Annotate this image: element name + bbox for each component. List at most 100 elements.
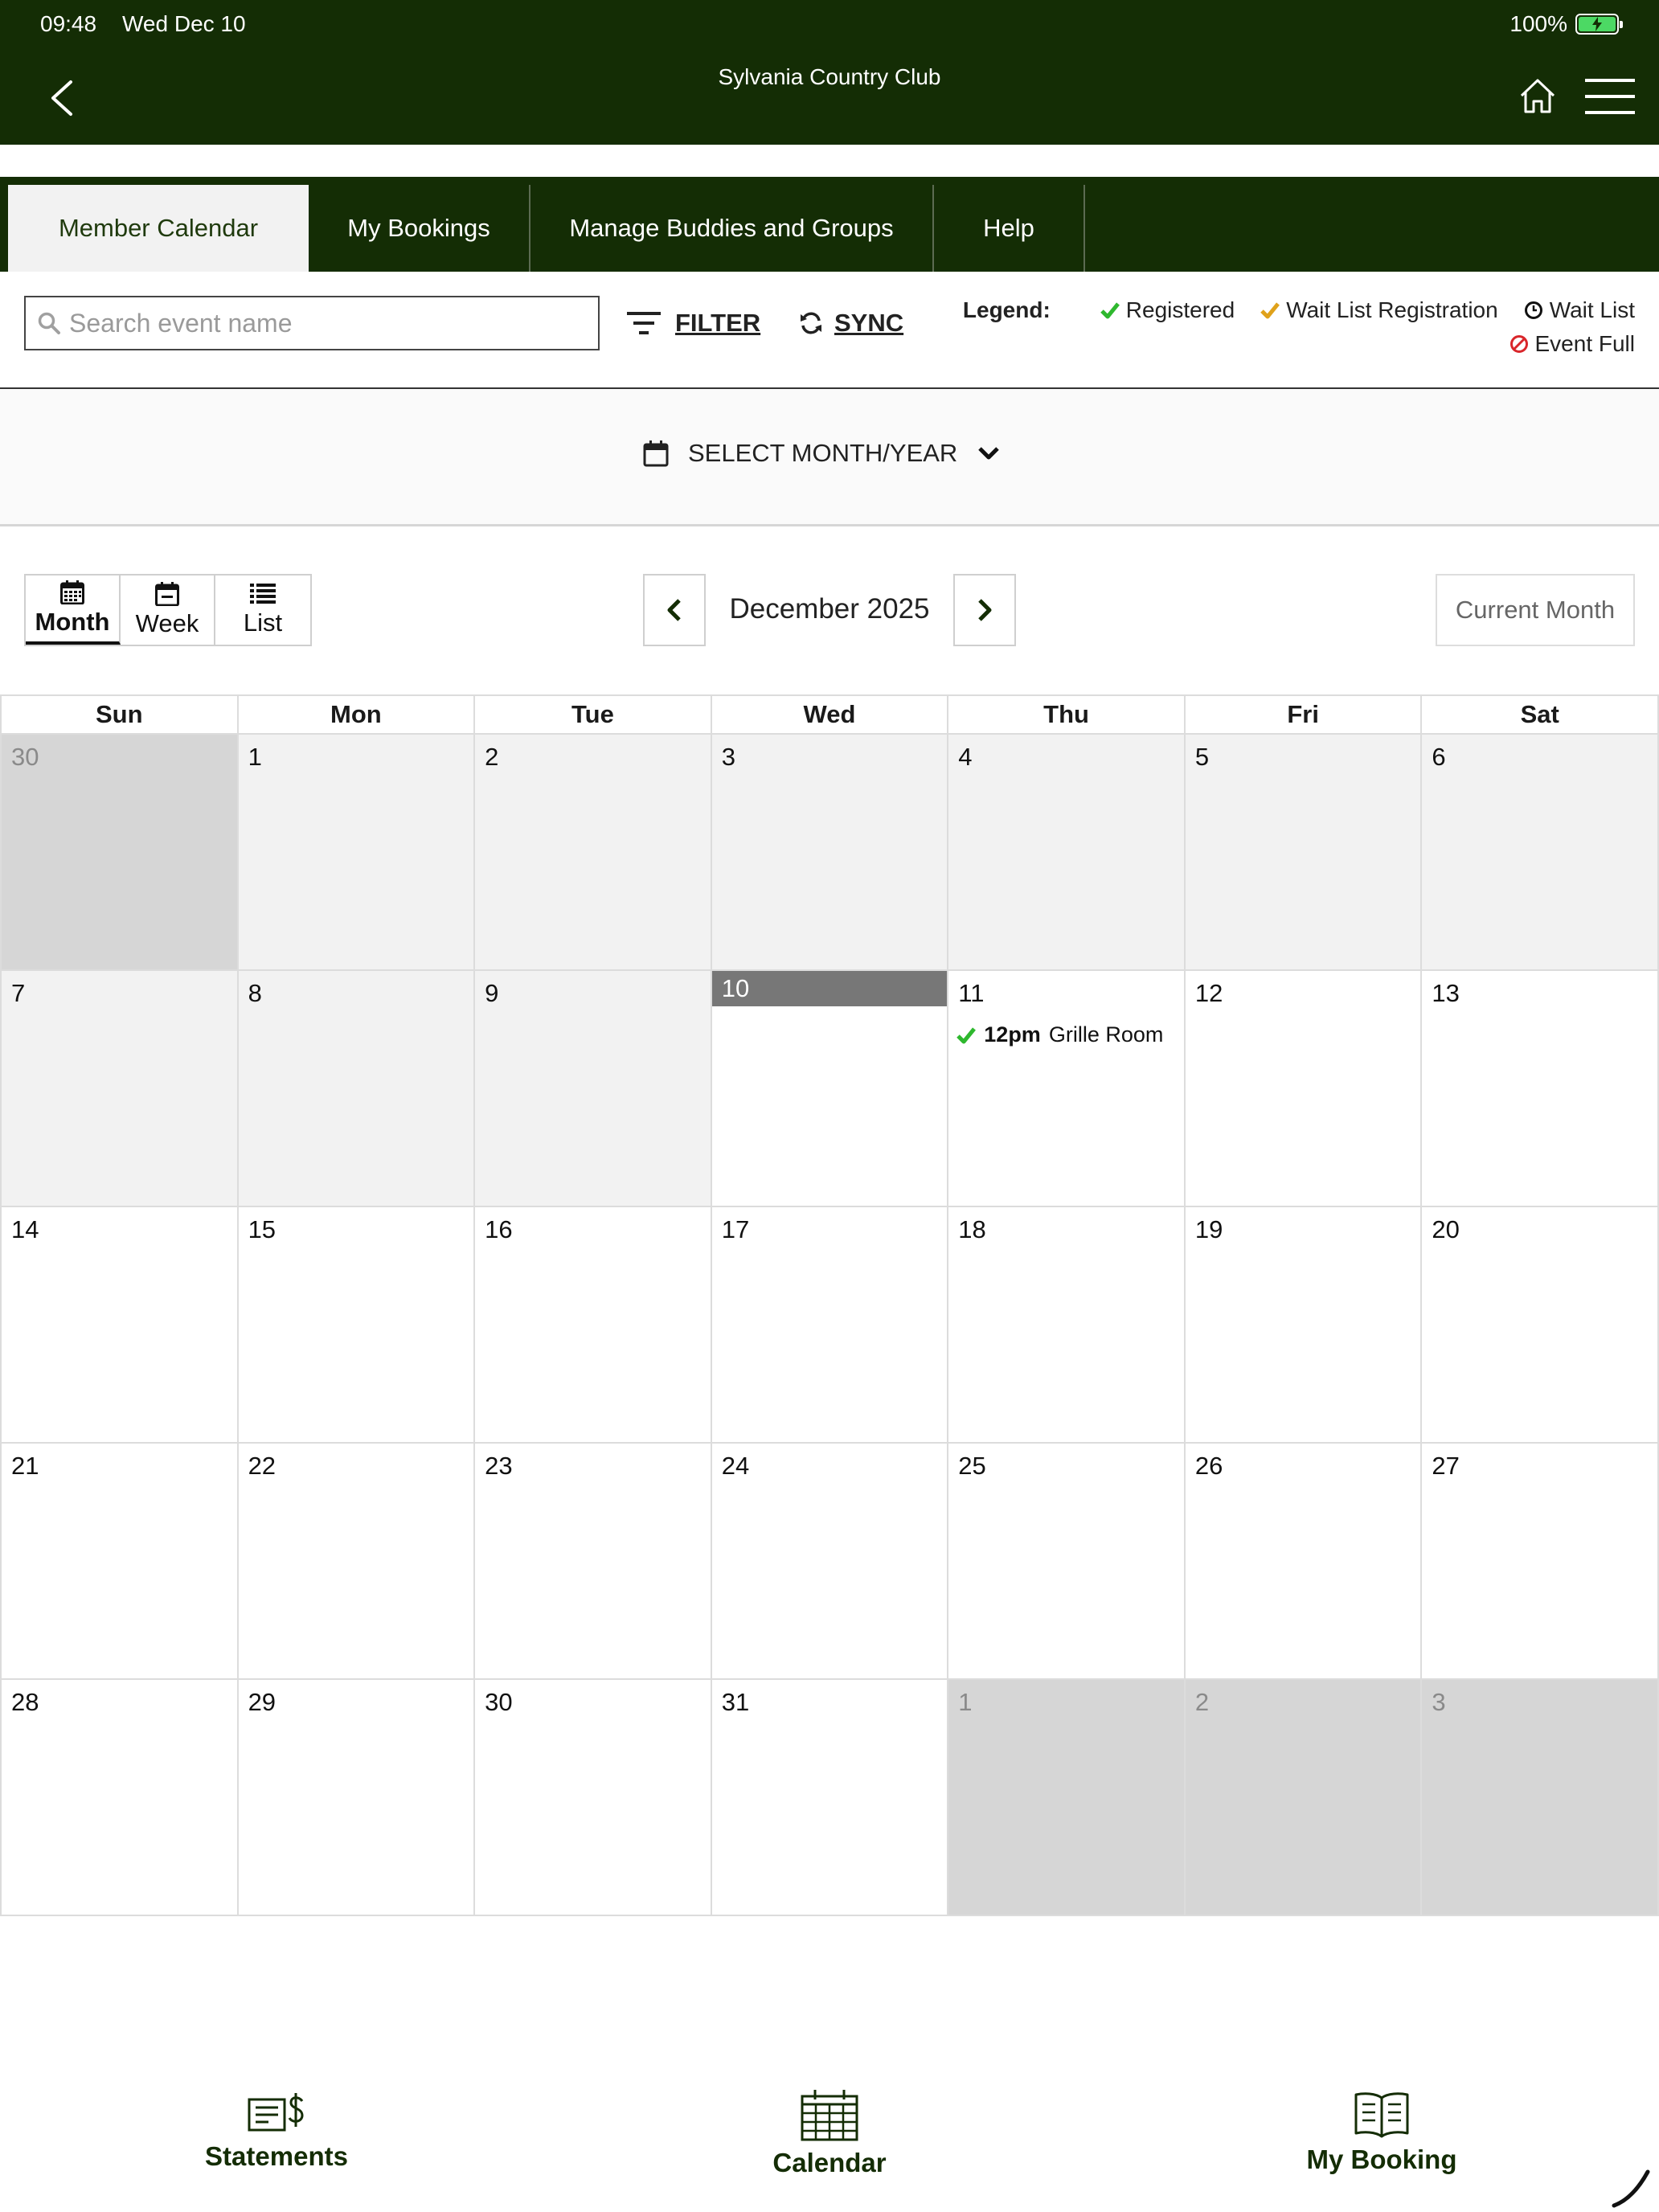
day-number: 5	[1194, 743, 1210, 771]
day-cell-thu[interactable]: 11 12pm Grille Room	[948, 971, 1186, 1207]
day-cell-wed[interactable]: 10	[711, 971, 949, 1207]
select-month-year-dropdown[interactable]: SELECT MONTH/YEAR	[643, 439, 1001, 468]
day-cell-fri[interactable]: 19	[1185, 1207, 1423, 1444]
day-cell-thu[interactable]: 1	[948, 1680, 1186, 1916]
day-cell-sat[interactable]: 6	[1422, 735, 1659, 971]
chevron-left-icon	[667, 599, 681, 621]
back-button[interactable]	[45, 77, 80, 119]
day-number: 3	[1432, 1688, 1446, 1716]
day-cell-tue[interactable]: 23	[475, 1444, 712, 1680]
day-cell-mon[interactable]: 1	[238, 735, 476, 971]
day-cell-wed[interactable]: 17	[711, 1207, 949, 1444]
weekday-tue: Tue	[475, 696, 712, 735]
day-cell-sat[interactable]: 3	[1422, 1680, 1659, 1916]
day-cell-mon[interactable]: 15	[238, 1207, 476, 1444]
day-cell-tue[interactable]: 2	[475, 735, 712, 971]
view-month-button[interactable]: Month	[26, 576, 121, 645]
prohibited-icon	[1509, 335, 1528, 353]
day-cell-wed[interactable]: 31	[711, 1680, 949, 1916]
day-cell-fri[interactable]: 2	[1185, 1680, 1423, 1916]
tab-bar: Member Calendar My Bookings Manage Buddi…	[0, 177, 1659, 272]
day-number: 19	[1194, 1215, 1223, 1243]
calendar-month-icon	[60, 580, 84, 604]
status-date: Wed Dec 10	[122, 11, 246, 36]
calendar-event[interactable]: 12pm Grille Room	[956, 1022, 1163, 1047]
day-number: 15	[248, 1215, 276, 1243]
legend-wait-list-registration: Wait List Registration	[1260, 297, 1498, 323]
view-list-button[interactable]: List	[215, 576, 310, 645]
battery-icon	[1575, 14, 1623, 35]
nav-statements-label: Statements	[205, 2141, 348, 2171]
day-cell-fri[interactable]: 26	[1185, 1444, 1423, 1680]
day-number: 12	[1194, 979, 1223, 1007]
search-field[interactable]	[24, 296, 600, 350]
tab-manage-buddies-groups[interactable]: Manage Buddies and Groups	[530, 185, 934, 272]
day-number: 9	[485, 979, 499, 1007]
day-cell-sat[interactable]: 13	[1422, 971, 1659, 1207]
next-month-button[interactable]	[953, 574, 1016, 646]
day-number: 14	[11, 1215, 39, 1243]
day-number: 8	[248, 979, 262, 1007]
day-cell-wed[interactable]: 24	[711, 1444, 949, 1680]
day-cell-wed[interactable]: 3	[711, 735, 949, 971]
month-select-divider	[0, 524, 1659, 526]
day-cell-mon[interactable]: 8	[238, 971, 476, 1207]
day-cell-thu[interactable]: 4	[948, 735, 1186, 971]
day-number: 25	[958, 1452, 986, 1480]
filter-button[interactable]: FILTER	[627, 309, 760, 338]
day-number: 10	[711, 971, 948, 1006]
legend-registered: Registered	[1100, 297, 1235, 323]
sync-button[interactable]: SYNC	[799, 309, 903, 338]
hamburger-menu-icon	[1585, 79, 1635, 114]
day-cell-thu[interactable]: 18	[948, 1207, 1186, 1444]
previous-month-button[interactable]	[643, 574, 706, 646]
nav-my-booking[interactable]: My Booking	[1297, 2090, 1466, 2175]
nav-statements[interactable]: Statements	[190, 2090, 363, 2172]
home-button[interactable]	[1518, 76, 1558, 116]
scroll-indicator-icon	[1612, 2169, 1650, 2208]
weekday-fri: Fri	[1185, 696, 1423, 735]
view-week-button[interactable]: Week	[121, 576, 215, 645]
day-cell-sat[interactable]: 20	[1422, 1207, 1659, 1444]
status-battery: 100%	[1509, 11, 1623, 37]
day-number: 18	[958, 1215, 986, 1243]
tab-member-calendar[interactable]: Member Calendar	[8, 185, 309, 272]
legend-row-2: Event Full	[1509, 331, 1635, 357]
day-cell-fri[interactable]: 5	[1185, 735, 1423, 971]
search-input[interactable]	[69, 308, 584, 338]
search-icon	[38, 312, 60, 334]
month-calendar: Sun Mon Tue Wed Thu Fri Sat 30 1 2 3 4 5 6 7 8 9 1…	[0, 694, 1659, 1916]
day-cell-sun[interactable]: 30	[2, 735, 239, 971]
weekday-sat: Sat	[1422, 696, 1659, 735]
day-cell-sun[interactable]: 14	[2, 1207, 239, 1444]
tab-help[interactable]: Help	[934, 185, 1085, 272]
day-cell-mon[interactable]: 22	[238, 1444, 476, 1680]
nav-calendar[interactable]: Calendar	[748, 2090, 911, 2178]
current-month-button[interactable]: Current Month	[1436, 574, 1635, 646]
day-cell-sun[interactable]: 7	[2, 971, 239, 1207]
day-cell-tue[interactable]: 16	[475, 1207, 712, 1444]
day-cell-fri[interactable]: 12	[1185, 971, 1423, 1207]
check-icon	[1100, 302, 1120, 319]
current-month-label: December 2025	[729, 593, 930, 625]
day-cell-thu[interactable]: 25	[948, 1444, 1186, 1680]
menu-button[interactable]	[1585, 77, 1635, 116]
tab-my-bookings[interactable]: My Bookings	[309, 185, 530, 272]
day-number: 6	[1432, 743, 1446, 771]
day-number: 30	[485, 1688, 513, 1716]
day-cell-mon[interactable]: 29	[238, 1680, 476, 1916]
day-cell-sun[interactable]: 28	[2, 1680, 239, 1916]
day-cell-tue[interactable]: 30	[475, 1680, 712, 1916]
day-number: 11	[958, 979, 985, 1007]
nav-calendar-label: Calendar	[772, 2148, 887, 2177]
day-number: 16	[485, 1215, 513, 1243]
day-number: 2	[1194, 1688, 1210, 1716]
select-month-year-label: SELECT MONTH/YEAR	[688, 439, 958, 467]
calendar-grid: 30 1 2 3 4 5 6 7 8 9 10 11 12pm Grille Room 12 13 14 15 16…	[0, 735, 1659, 1916]
day-cell-sun[interactable]: 21	[2, 1444, 239, 1680]
app-header: 09:48 Wed Dec 10 100% Sylvania Country C…	[0, 0, 1659, 145]
day-cell-sat[interactable]: 27	[1422, 1444, 1659, 1680]
day-cell-tue[interactable]: 9	[475, 971, 712, 1207]
weekday-wed: Wed	[711, 696, 949, 735]
day-number: 29	[248, 1688, 276, 1716]
